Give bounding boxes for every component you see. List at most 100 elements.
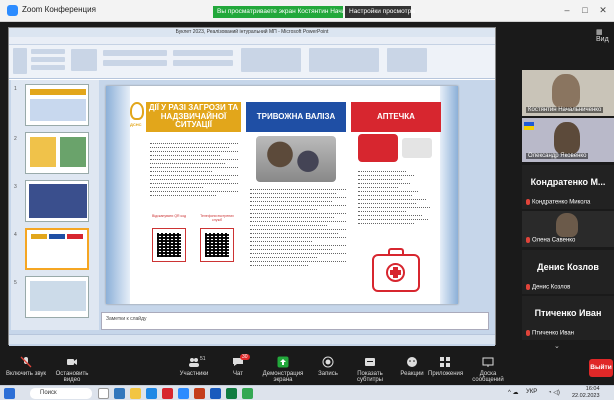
emergency-bag-text bbox=[250, 186, 346, 296]
reactions-label: Реакции bbox=[400, 371, 424, 377]
chat-button[interactable]: Чат 30 bbox=[226, 354, 250, 383]
windows-taskbar: Поиск ^ ☁ УКР ◔ ◁) 16:04 22.02.2023 bbox=[0, 385, 614, 400]
participant-title: Кондратенко М... bbox=[530, 177, 606, 187]
first-aid-text bbox=[358, 168, 438, 248]
slide-thumbnail[interactable] bbox=[25, 84, 89, 126]
slide-border-decoration bbox=[106, 86, 130, 304]
qr-label: Телефони екстрених служб bbox=[200, 214, 234, 223]
slide-thumbnail-selected[interactable] bbox=[25, 228, 89, 270]
participant-name: Кондратенко Микола bbox=[532, 200, 591, 206]
participant-name: Костянтин Начальниченко bbox=[526, 107, 604, 113]
chat-badge: 30 bbox=[240, 354, 250, 360]
current-slide: ДСНС ДІЇ У РАЗІ ЗАГРОЗИ ТА НАДЗВИЧАЙНОЇ … bbox=[106, 86, 458, 304]
camera-icon bbox=[67, 359, 77, 365]
ppt-ribbon-tabs bbox=[9, 37, 495, 45]
ppt-title: Буклет 2023, Реалізований інтуральний МП… bbox=[9, 28, 495, 37]
maximize-icon[interactable]: □ bbox=[578, 3, 592, 17]
emergency-bag-image bbox=[256, 136, 336, 182]
section-header-actions: ДІЇ У РАЗІ ЗАГРОЗИ ТА НАДЗВИЧАЙНОЇ СИТУА… bbox=[146, 102, 241, 132]
chevron-down-icon[interactable]: ⌄ bbox=[554, 342, 560, 350]
section-header-first-aid: АПТЕЧКА bbox=[351, 102, 441, 132]
slide-thumbnails: 1 2 3 4 5 bbox=[11, 80, 99, 330]
window-titlebar: Zoom Конференция Вы просматриваете экран… bbox=[0, 0, 614, 22]
qr-code-icon bbox=[152, 228, 186, 262]
clock[interactable]: 16:04 22.02.2023 bbox=[572, 386, 600, 400]
emergency-service-logo-icon bbox=[130, 102, 144, 120]
record-label: Запись bbox=[318, 371, 338, 377]
section-header-emergency-bag: ТРИВОЖНА ВАЛІЗА bbox=[246, 102, 346, 132]
participant-video-tile[interactable]: Олена Савенко bbox=[522, 211, 614, 247]
participant-tile[interactable]: Кондратенко М... Кондратенко Микола bbox=[522, 165, 614, 209]
network-volume-icon[interactable]: ◔ ◁) bbox=[548, 389, 560, 396]
logo-text: ДСНС bbox=[130, 122, 142, 127]
clock-time: 16:04 bbox=[585, 386, 600, 392]
apps-label: Приложения bbox=[428, 371, 464, 377]
unmute-button[interactable]: Включить звук bbox=[6, 354, 46, 383]
stop-video-button[interactable]: Остановить видео bbox=[48, 354, 96, 383]
minimize-icon[interactable]: – bbox=[560, 3, 574, 17]
participant-video-tile[interactable]: Костянтин Начальниченко bbox=[522, 70, 614, 116]
chat-label: Чат bbox=[233, 371, 243, 377]
mic-muted-icon bbox=[526, 330, 530, 337]
view-button[interactable]: ▦ Вид bbox=[596, 28, 614, 43]
language-indicator[interactable]: УКР bbox=[526, 389, 537, 395]
participant-video-image bbox=[556, 213, 578, 237]
participants-icon bbox=[189, 358, 199, 367]
word-icon[interactable] bbox=[210, 388, 221, 399]
participants-button[interactable]: Участники 51 bbox=[176, 354, 212, 383]
participant-name: Олександр Яковенко bbox=[526, 153, 589, 159]
record-button[interactable]: Запись bbox=[314, 354, 342, 383]
participant-video-image bbox=[554, 122, 580, 154]
whiteboard-button[interactable]: Доска сообщений bbox=[464, 354, 512, 383]
view-options-button[interactable]: Настройки просмотра bbox=[345, 6, 415, 18]
excel-icon[interactable] bbox=[226, 388, 237, 399]
participant-name: Олена Савенко bbox=[532, 238, 576, 244]
participants-label: Участники bbox=[179, 371, 209, 377]
actions-text bbox=[150, 140, 238, 210]
mic-muted-icon bbox=[526, 237, 530, 244]
slide-notes-field[interactable]: Заметки к слайду bbox=[101, 312, 489, 330]
slide-thumbnail[interactable] bbox=[25, 132, 89, 174]
whiteboard-label: Доска сообщений bbox=[472, 371, 504, 383]
explorer-icon[interactable] bbox=[130, 388, 141, 399]
search-label: Поиск bbox=[40, 390, 57, 396]
participant-video-tile[interactable]: Олександр Яковенко bbox=[522, 118, 614, 162]
ppt-ribbon bbox=[9, 45, 495, 79]
ukraine-flag-icon bbox=[524, 122, 534, 130]
slide-border-decoration bbox=[440, 86, 458, 304]
task-view-icon[interactable] bbox=[98, 388, 109, 399]
chrome-icon[interactable] bbox=[242, 388, 253, 399]
powerpoint-icon[interactable] bbox=[194, 388, 205, 399]
taskbar-search[interactable]: Поиск bbox=[30, 388, 92, 399]
mic-muted-icon bbox=[526, 284, 530, 291]
apps-button[interactable]: Приложения bbox=[428, 354, 464, 383]
qr-label: Відсканувати QR код bbox=[151, 214, 187, 218]
edge-icon[interactable] bbox=[114, 388, 125, 399]
apps-icon bbox=[440, 357, 450, 367]
participant-tile[interactable]: Денис Козлов Денис Козлов bbox=[522, 250, 614, 294]
participant-video-image bbox=[552, 74, 580, 108]
reactions-button[interactable]: Реакции bbox=[398, 354, 426, 383]
share-screen-button[interactable]: Демонстрация экрана bbox=[256, 354, 310, 383]
app-icon[interactable] bbox=[162, 388, 173, 399]
slide-thumbnail[interactable] bbox=[25, 180, 89, 222]
meeting-toolbar: Включить звук Остановить видео Участники… bbox=[0, 352, 614, 385]
tray-icons[interactable]: ^ ☁ bbox=[508, 389, 518, 396]
share-screen-label: Демонстрация экрана bbox=[262, 371, 304, 383]
zoom-taskbar-icon[interactable] bbox=[178, 388, 189, 399]
participant-title: Денис Козлов bbox=[537, 262, 599, 272]
qr-code-icon bbox=[200, 228, 234, 262]
close-icon[interactable]: ✕ bbox=[596, 3, 610, 17]
leave-button[interactable]: Выйти bbox=[589, 359, 613, 377]
ppt-status-bar bbox=[9, 334, 495, 344]
participant-tile[interactable]: Птиченко Иван Птиченко Иван bbox=[522, 296, 614, 340]
first-aid-box-icon bbox=[372, 248, 420, 292]
windows-start-icon[interactable] bbox=[4, 388, 15, 399]
first-aid-items-image bbox=[402, 138, 432, 158]
app-icon[interactable] bbox=[146, 388, 157, 399]
captions-button[interactable]: Показать субтитры bbox=[345, 354, 395, 383]
mic-off-icon bbox=[20, 356, 32, 368]
slide-thumbnail[interactable] bbox=[25, 276, 89, 318]
whiteboard-icon bbox=[482, 357, 494, 367]
participant-title: Птиченко Иван bbox=[534, 308, 602, 318]
